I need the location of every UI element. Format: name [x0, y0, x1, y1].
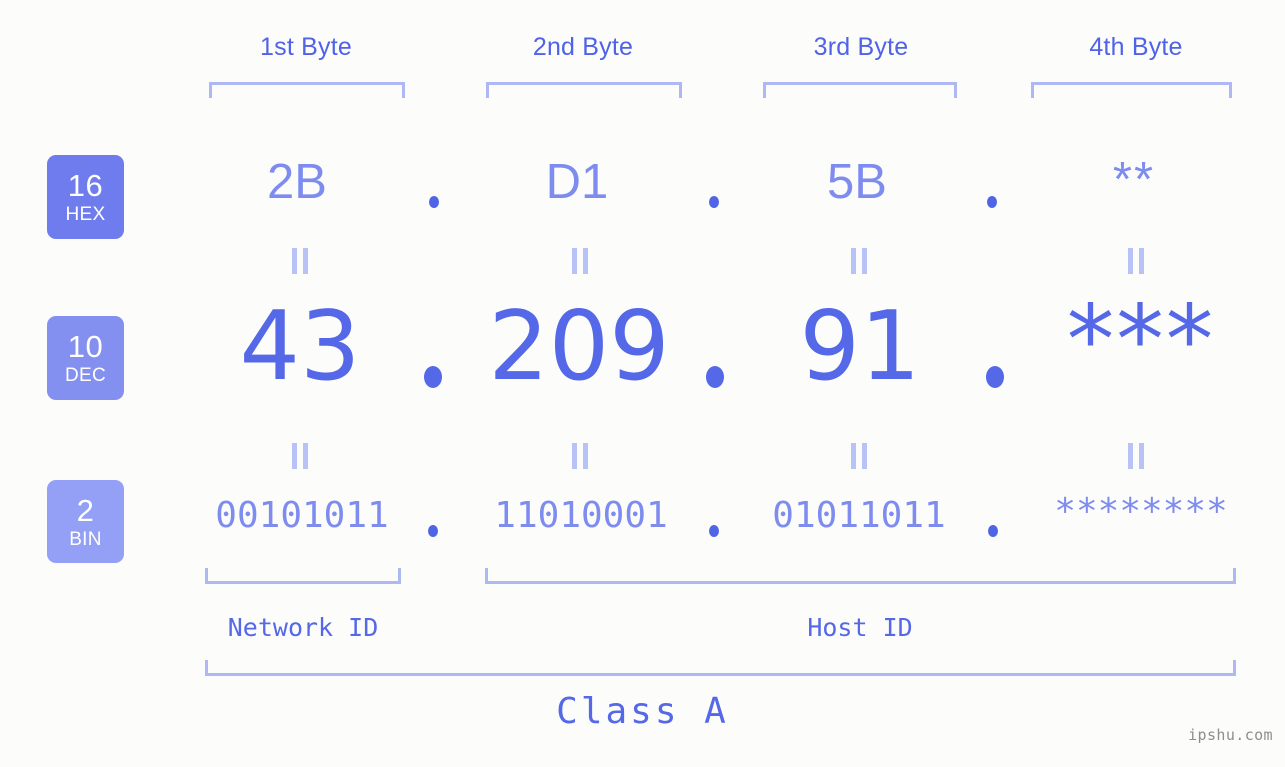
- bin-byte-4: ********: [1054, 491, 1228, 532]
- ip-breakdown-diagram: 1st Byte 2nd Byte 3rd Byte 4th Byte 16 H…: [0, 0, 1285, 767]
- dec-byte-2: 209: [488, 292, 670, 402]
- hex-separator-2: [709, 196, 719, 208]
- base-badge-hex-name: HEX: [65, 204, 106, 225]
- base-badge-bin-name: BIN: [69, 528, 102, 550]
- network-id-bracket: [205, 568, 401, 584]
- base-badge-dec: 10 DEC: [47, 316, 124, 400]
- equals-dec-bin-3: [849, 443, 869, 469]
- base-badge-dec-number: 10: [67, 329, 104, 364]
- equals-dec-bin-1: [290, 443, 310, 469]
- hex-byte-2: D1: [545, 155, 609, 209]
- byte-bracket-1: [209, 82, 405, 98]
- byte-header-2: 2nd Byte: [532, 33, 634, 61]
- dec-separator-3: [986, 366, 1004, 388]
- equals-hex-dec-1: [290, 248, 310, 274]
- byte-header-1: 1st Byte: [260, 33, 352, 61]
- bin-byte-3: 01011011: [772, 495, 946, 536]
- byte-bracket-3: [763, 82, 957, 98]
- hex-separator-1: [429, 196, 439, 208]
- equals-hex-dec-2: [570, 248, 590, 274]
- byte-bracket-2: [486, 82, 682, 98]
- bin-byte-1: 00101011: [215, 495, 389, 536]
- equals-hex-dec-3: [849, 248, 869, 274]
- dec-separator-1: [424, 366, 442, 388]
- dec-byte-1: 43: [239, 292, 361, 402]
- class-label: Class A: [556, 691, 729, 732]
- bin-separator-2: [709, 525, 719, 537]
- bin-byte-2: 11010001: [494, 495, 668, 536]
- hex-separator-3: [987, 196, 997, 208]
- byte-header-3: 3rd Byte: [813, 33, 909, 61]
- hex-byte-3: 5B: [827, 155, 887, 209]
- dec-byte-3: 91: [799, 292, 921, 402]
- watermark: ipshu.com: [1188, 726, 1273, 744]
- dec-separator-2: [706, 366, 724, 388]
- hex-byte-1: 2B: [267, 155, 327, 209]
- network-id-label: Network ID: [227, 613, 379, 642]
- byte-header-4: 4th Byte: [1089, 33, 1183, 61]
- dec-byte-4: ***: [1066, 286, 1216, 396]
- hex-byte-4: **: [1112, 153, 1156, 207]
- base-badge-hex-number: 16: [67, 168, 104, 203]
- bin-separator-1: [428, 525, 438, 537]
- base-badge-bin: 2 BIN: [47, 480, 124, 563]
- equals-hex-dec-4: [1126, 248, 1146, 274]
- equals-dec-bin-4: [1126, 443, 1146, 469]
- byte-bracket-4: [1031, 82, 1232, 98]
- base-badge-hex: 16 HEX: [47, 155, 124, 239]
- equals-dec-bin-2: [570, 443, 590, 469]
- base-badge-bin-number: 2: [76, 492, 95, 528]
- class-bracket: [205, 660, 1236, 676]
- bin-separator-3: [988, 525, 998, 537]
- host-id-label: Host ID: [807, 613, 913, 642]
- host-id-bracket: [485, 568, 1236, 584]
- base-badge-dec-name: DEC: [64, 365, 106, 386]
